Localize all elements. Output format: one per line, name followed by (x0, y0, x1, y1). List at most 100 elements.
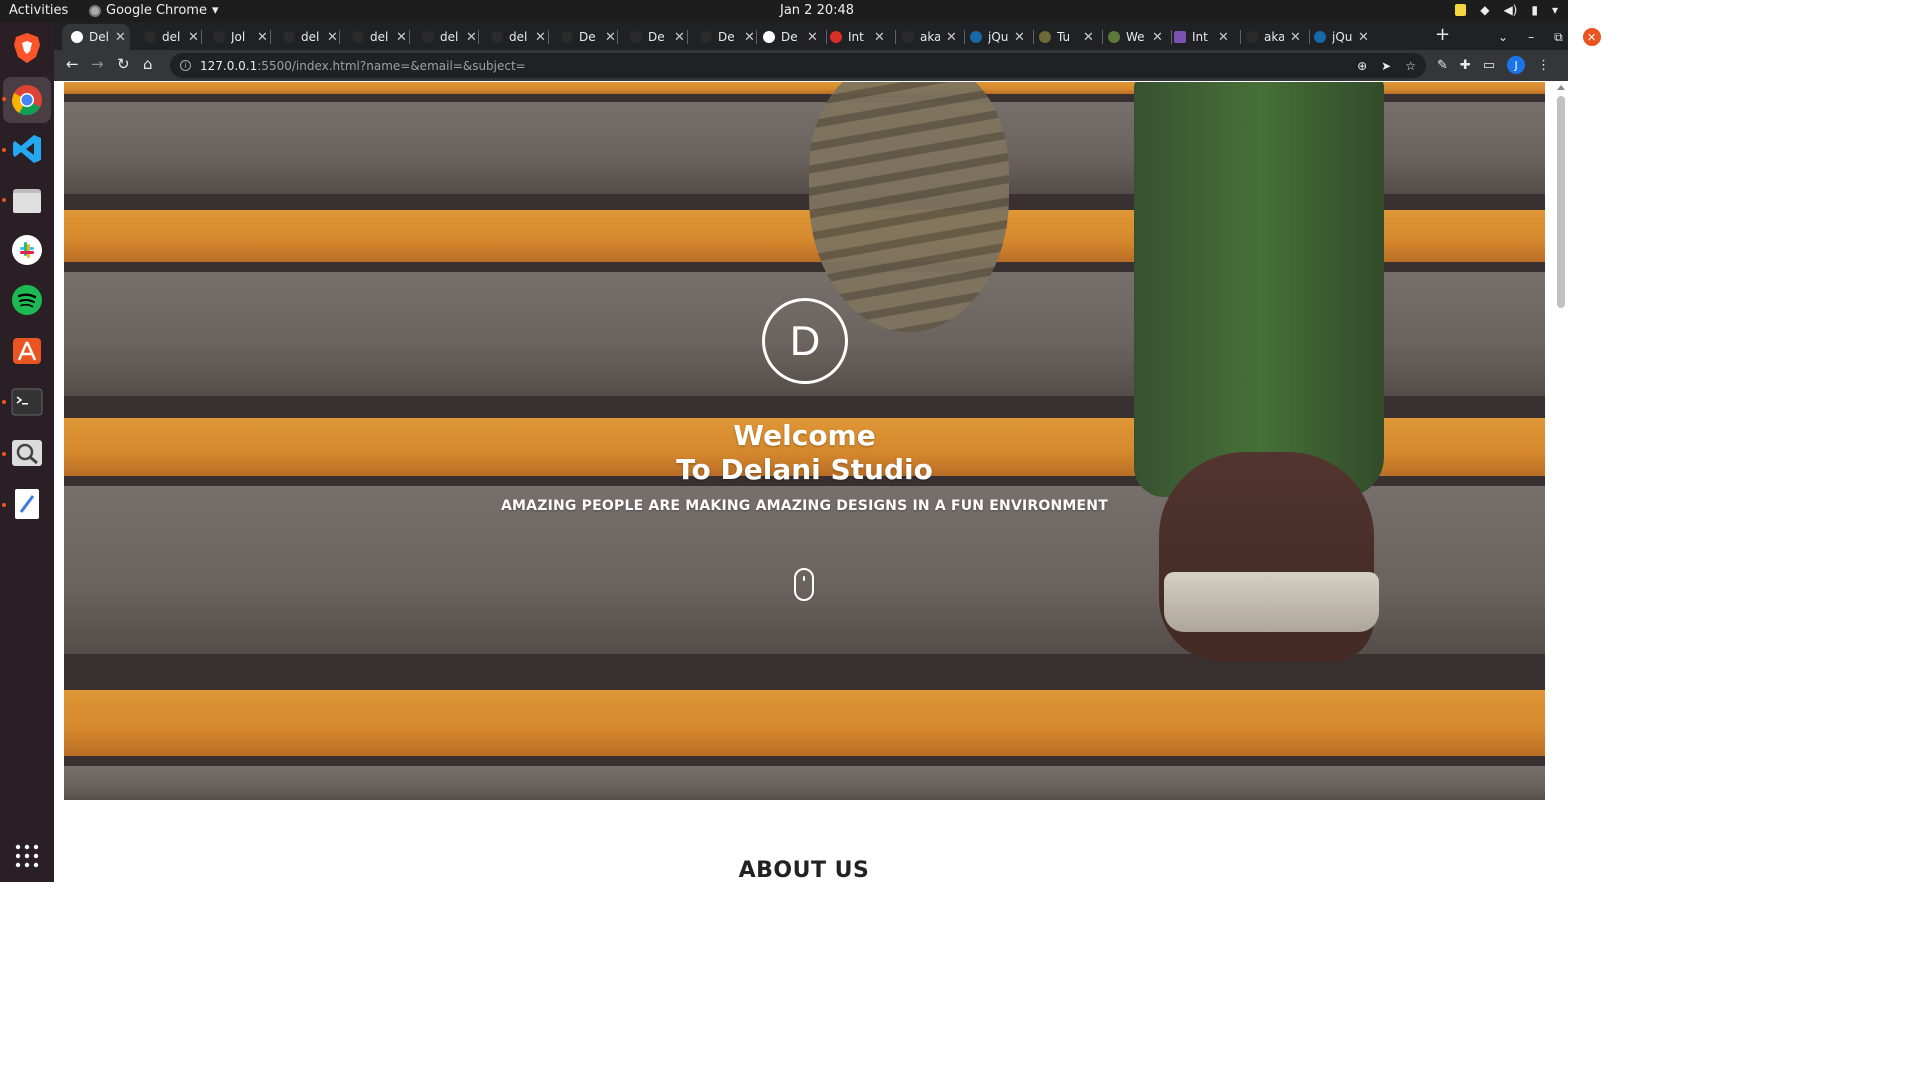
app-menu[interactable]: Google Chrome ▾ (89, 3, 219, 18)
slack-icon (12, 235, 42, 265)
tab[interactable]: del ✕ (414, 24, 478, 50)
close-icon[interactable]: ✕ (744, 30, 755, 45)
close-icon[interactable]: ✕ (535, 30, 546, 45)
back-arrow-icon[interactable]: ← (66, 55, 79, 73)
tab[interactable]: Int ✕ (1174, 24, 1238, 50)
tab-label: aka (1264, 30, 1284, 44)
tab[interactable]: aka ✕ (900, 24, 964, 50)
tab[interactable]: del ✕ (483, 24, 547, 50)
brave-icon (14, 33, 40, 63)
tab-label: del (509, 30, 528, 44)
close-icon[interactable]: ✕ (188, 30, 199, 45)
tab[interactable]: We ✕ (1106, 24, 1170, 50)
close-icon[interactable]: ✕ (674, 30, 685, 45)
close-icon[interactable]: ✕ (807, 30, 818, 45)
tab-separator (1309, 30, 1310, 44)
tab[interactable]: De ✕ (761, 24, 825, 50)
window-controls: ⌄ – ⧉ ✕ (1498, 28, 1601, 46)
notes-icon[interactable] (1455, 4, 1467, 16)
bootstrap-icon (1174, 31, 1186, 43)
tutorial-icon (1039, 31, 1051, 43)
zoom-icon[interactable]: ⊕ (1357, 59, 1367, 73)
browser-toolbar: ← → ↻ ⌂ i 127.0.0.1:5500/index.html?name… (54, 50, 1568, 81)
tab[interactable]: Del ✕ (62, 24, 130, 50)
tab-label: De (648, 30, 665, 44)
restore-button[interactable]: ⧉ (1554, 30, 1563, 45)
slack-launcher[interactable] (7, 230, 47, 270)
tab-separator (409, 30, 410, 44)
pen-extension-icon[interactable]: ✎ (1437, 58, 1448, 73)
tab[interactable]: aka ✕ (1244, 24, 1308, 50)
system-tray[interactable]: ◆ ◀) ▮ ▾ (1455, 3, 1558, 17)
brave-launcher[interactable] (7, 28, 47, 68)
close-icon[interactable]: ✕ (874, 30, 885, 45)
close-icon[interactable]: ✕ (1152, 30, 1163, 45)
close-icon[interactable]: ✕ (466, 30, 477, 45)
activities-button[interactable]: Activities (9, 3, 68, 18)
welcome-line-2: To Delani Studio (676, 453, 933, 486)
tab[interactable]: Int ✕ (830, 24, 894, 50)
tab[interactable]: Jol ✕ (205, 24, 269, 50)
tab-separator (478, 30, 479, 44)
files-launcher[interactable] (7, 180, 47, 220)
scroll-down-mouse-icon[interactable] (794, 568, 814, 601)
tab[interactable]: De ✕ (622, 24, 686, 50)
scrollbar-thumb[interactable] (1557, 96, 1565, 308)
url-path: :5500/index.html?name=&email=&subject= (257, 58, 526, 73)
spotify-launcher[interactable] (7, 280, 47, 320)
close-icon[interactable]: ✕ (1083, 30, 1094, 45)
address-bar[interactable]: i 127.0.0.1:5500/index.html?name=&email=… (170, 53, 1426, 78)
page-scrollbar[interactable] (1554, 82, 1568, 882)
tab[interactable]: del ✕ (344, 24, 408, 50)
tab[interactable]: jQu ✕ (1312, 24, 1376, 50)
tab[interactable]: del ✕ (275, 24, 339, 50)
search-launcher[interactable] (7, 433, 47, 473)
close-icon[interactable]: ✕ (257, 30, 268, 45)
bookmark-star-icon[interactable]: ☆ (1405, 59, 1416, 73)
new-tab-button[interactable]: + (1435, 24, 1450, 45)
clock[interactable]: Jan 2 20:48 (780, 3, 854, 18)
text-editor-launcher[interactable] (7, 484, 47, 524)
show-applications-button[interactable] (7, 836, 47, 876)
tab-separator (1102, 30, 1103, 44)
send-icon[interactable]: ➤ (1381, 59, 1391, 73)
close-window-button[interactable]: ✕ (1582, 28, 1601, 46)
forward-arrow-icon[interactable]: → (91, 55, 104, 73)
close-icon[interactable]: ✕ (1014, 30, 1025, 45)
close-icon[interactable]: ✕ (115, 30, 126, 45)
close-icon[interactable]: ✕ (946, 30, 957, 45)
tab[interactable]: del ✕ (136, 24, 200, 50)
tab-search-chevron-icon[interactable]: ⌄ (1498, 30, 1508, 44)
tab[interactable]: Tu ✕ (1037, 24, 1101, 50)
close-icon[interactable]: ✕ (1358, 30, 1369, 45)
app-menu-label: Google Chrome (106, 3, 207, 18)
minimize-button[interactable]: – (1528, 30, 1534, 44)
scroll-up-arrow-icon[interactable] (1557, 85, 1565, 90)
url-host: 127.0.0.1 (200, 58, 258, 73)
jquery-icon (1314, 31, 1326, 43)
text-editor-icon (15, 489, 39, 519)
close-icon[interactable]: ✕ (1218, 30, 1229, 45)
web-page: D Welcome To Delani Studio AMAZING PEOPL… (54, 81, 1568, 882)
cast-icon[interactable]: ▭ (1483, 58, 1495, 73)
tab[interactable]: jQu ✕ (968, 24, 1032, 50)
vscode-launcher[interactable] (7, 129, 47, 169)
puzzle-icon[interactable]: ✚ (1460, 58, 1471, 73)
reload-icon[interactable]: ↻ (117, 55, 130, 73)
info-icon[interactable]: i (180, 60, 191, 71)
home-icon[interactable]: ⌂ (143, 55, 153, 73)
about-section-title: ABOUT US (738, 858, 870, 882)
ubuntu-software-launcher[interactable] (7, 330, 47, 370)
terminal-launcher[interactable] (7, 382, 47, 422)
chrome-launcher[interactable] (3, 77, 51, 123)
tab-label: De (781, 30, 798, 44)
kebab-menu-icon[interactable]: ⋮ (1537, 58, 1550, 73)
tab[interactable]: De ✕ (553, 24, 617, 50)
close-icon[interactable]: ✕ (327, 30, 338, 45)
close-icon[interactable]: ✕ (396, 30, 407, 45)
close-icon[interactable]: ✕ (605, 30, 616, 45)
close-icon[interactable]: ✕ (1290, 30, 1301, 45)
tab[interactable]: De ✕ (692, 24, 756, 50)
profile-avatar[interactable]: J (1507, 56, 1526, 74)
logo-circle[interactable]: D (762, 298, 848, 384)
